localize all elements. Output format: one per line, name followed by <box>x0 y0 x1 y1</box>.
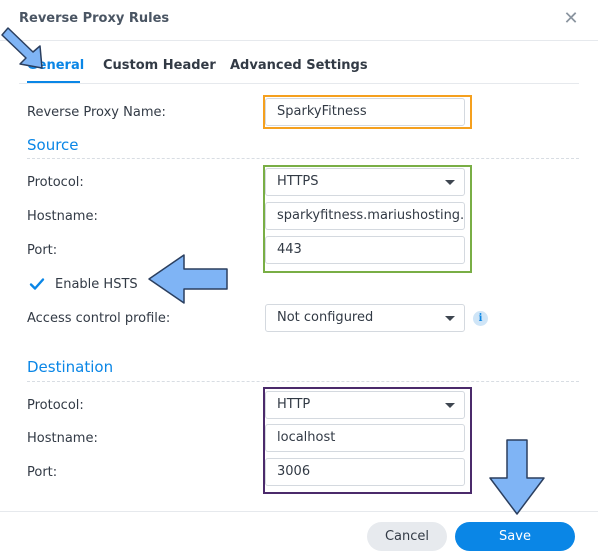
source-hostname-label: Hostname: <box>27 209 98 224</box>
enable-hsts-checkbox[interactable] <box>29 276 45 292</box>
destination-divider <box>27 381 579 382</box>
close-icon[interactable]: ✕ <box>563 9 579 29</box>
dialog-title: Reverse Proxy Rules <box>19 11 170 26</box>
destination-protocol-label: Protocol: <box>27 398 84 413</box>
source-port-label: Port: <box>27 243 58 258</box>
access-control-profile-value: Not configured <box>277 310 374 325</box>
tab-custom-header[interactable]: Custom Header <box>103 58 216 73</box>
tab-advanced-settings[interactable]: Advanced Settings <box>230 58 368 73</box>
access-control-profile-select[interactable]: Not configured <box>265 304 465 332</box>
source-protocol-label: Protocol: <box>27 175 84 190</box>
source-divider <box>27 158 579 159</box>
enable-hsts-label: Enable HSTS <box>55 277 138 292</box>
reverse-proxy-name-label: Reverse Proxy Name: <box>27 105 166 120</box>
destination-port-label: Port: <box>27 465 58 480</box>
info-icon[interactable]: i <box>473 311 488 326</box>
checkmark-icon <box>29 278 45 290</box>
name-highlight-box <box>263 95 472 129</box>
source-highlight-box <box>263 165 472 273</box>
destination-heading: Destination <box>27 358 114 376</box>
save-button[interactable]: Save <box>455 522 575 551</box>
title-divider <box>0 40 598 41</box>
arrow-pointing-general-tab-icon <box>1 27 43 69</box>
tabs-divider <box>19 83 579 84</box>
arrow-pointing-hsts-icon <box>148 254 228 304</box>
destination-highlight-box <box>263 387 472 494</box>
destination-hostname-label: Hostname: <box>27 431 98 446</box>
access-control-profile-label: Access control profile: <box>27 311 171 326</box>
reverse-proxy-dialog: Reverse Proxy Rules ✕ General Custom Hea… <box>0 0 598 559</box>
arrow-pointing-save-icon <box>489 439 545 515</box>
source-heading: Source <box>27 136 79 154</box>
chevron-down-icon <box>445 316 455 321</box>
cancel-button[interactable]: Cancel <box>367 522 447 551</box>
